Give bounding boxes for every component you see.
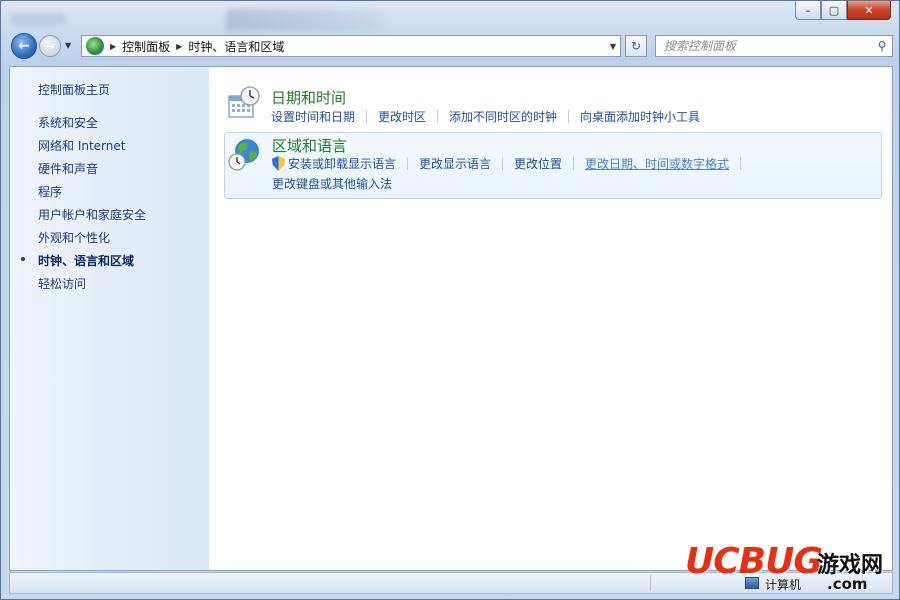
category-links-row2: 更改键盘或其他输入法 xyxy=(272,175,392,192)
globe-clock-icon[interactable] xyxy=(227,137,263,173)
breadcrumb-control-panel[interactable]: 控制面板 xyxy=(122,38,170,55)
category-region-language: 区域和语言 安装或卸载显示语言 更改显示语言 更改位置 更改日期、时间或数字格式… xyxy=(224,132,882,199)
control-panel-icon xyxy=(86,37,104,55)
window-content: 控制面板主页 系统和安全 网络和 Internet 硬件和声音 程序 用户帐户和… xyxy=(9,66,893,571)
add-clock-gadget-link[interactable]: 向桌面添加时钟小工具 xyxy=(580,108,700,125)
window-frame: – ▢ ✕ ← → ▼ ▶ 控制面板 ▶ 时钟、语言和区域 ▼ ↻ ⚲ 控制面板… xyxy=(0,0,900,600)
sidebar-home-link[interactable]: 控制面板主页 xyxy=(38,81,110,98)
category-links: 设置时间和日期 更改时区 添加不同时区的时钟 向桌面添加时钟小工具 xyxy=(271,108,700,125)
search-input[interactable] xyxy=(656,36,872,56)
watermark-brand: UCBUG xyxy=(685,541,823,582)
main-content: 日期和时间 设置时间和日期 更改时区 添加不同时区的时钟 向桌面添加时钟小工具 xyxy=(209,67,892,570)
sidebar-item-hardware-sound[interactable]: 硬件和声音 xyxy=(38,160,146,183)
change-format-link[interactable]: 更改日期、时间或数字格式 xyxy=(585,155,729,172)
category-links: 安装或卸载显示语言 更改显示语言 更改位置 更改日期、时间或数字格式 xyxy=(272,155,752,172)
refresh-icon: ↻ xyxy=(630,39,642,53)
search-box[interactable]: ⚲ xyxy=(655,35,893,57)
address-dropdown-icon[interactable]: ▼ xyxy=(610,42,616,51)
sidebar-item-ease-of-access[interactable]: 轻松访问 xyxy=(38,275,146,298)
sidebar-item-network[interactable]: 网络和 Internet xyxy=(38,137,146,160)
back-arrow-icon[interactable]: ← xyxy=(11,33,37,59)
category-title[interactable]: 区域和语言 xyxy=(272,135,347,156)
category-title[interactable]: 日期和时间 xyxy=(271,87,346,108)
install-display-language-link[interactable]: 安装或卸载显示语言 xyxy=(288,155,396,172)
add-clocks-link[interactable]: 添加不同时区的时钟 xyxy=(449,108,557,125)
blurred-background-title xyxy=(11,13,66,25)
sidebar-item-programs[interactable]: 程序 xyxy=(38,183,146,206)
watermark-logo: UCBUG 游戏网 .com xyxy=(685,541,895,597)
link-separator xyxy=(573,157,575,170)
change-keyboard-link[interactable]: 更改键盘或其他输入法 xyxy=(272,175,392,192)
link-separator xyxy=(407,157,409,170)
sidebar-item-appearance[interactable]: 外观和个性化 xyxy=(38,229,146,252)
forward-arrow-icon[interactable]: → xyxy=(39,35,61,57)
watermark-domain: .com xyxy=(827,575,868,593)
sidebar-item-user-accounts[interactable]: 用户帐户和家庭安全 xyxy=(38,206,146,229)
change-timezone-link[interactable]: 更改时区 xyxy=(378,108,426,125)
change-location-link[interactable]: 更改位置 xyxy=(514,155,562,172)
link-separator xyxy=(366,110,368,123)
link-separator xyxy=(568,110,570,123)
uac-shield-icon xyxy=(272,156,285,171)
sidebar-list: 系统和安全 网络和 Internet 硬件和声音 程序 用户帐户和家庭安全 外观… xyxy=(20,114,146,298)
minimize-button[interactable]: – xyxy=(795,1,821,20)
caption-buttons: – ▢ ✕ xyxy=(795,1,891,20)
blurred-background-title xyxy=(226,9,386,31)
breadcrumb-clock-language-region[interactable]: 时钟、语言和区域 xyxy=(188,38,284,55)
breadcrumb-arrow-icon[interactable]: ▶ xyxy=(110,42,116,51)
sidebar-item-clock-language-region[interactable]: 时钟、语言和区域 xyxy=(20,252,146,275)
navigation-bar: ← → ▼ ▶ 控制面板 ▶ 时钟、语言和区域 ▼ ↻ ⚲ xyxy=(7,31,893,63)
set-time-date-link[interactable]: 设置时间和日期 xyxy=(271,108,355,125)
recent-pages-dropdown-icon[interactable]: ▼ xyxy=(65,41,71,50)
close-button[interactable]: ✕ xyxy=(847,1,891,20)
maximize-button[interactable]: ▢ xyxy=(821,1,847,20)
link-separator xyxy=(740,157,742,170)
link-separator xyxy=(502,157,504,170)
category-date-time: 日期和时间 设置时间和日期 更改时区 添加不同时区的时钟 向桌面添加时钟小工具 xyxy=(224,81,882,127)
change-display-language-link[interactable]: 更改显示语言 xyxy=(419,155,491,172)
status-divider xyxy=(650,575,651,591)
link-separator xyxy=(437,110,439,123)
calendar-clock-icon[interactable] xyxy=(226,85,262,121)
address-bar[interactable]: ▶ 控制面板 ▶ 时钟、语言和区域 ▼ xyxy=(81,35,621,57)
breadcrumb-arrow-icon[interactable]: ▶ xyxy=(176,42,182,51)
refresh-button[interactable]: ↻ xyxy=(625,35,647,57)
sidebar-item-system-security[interactable]: 系统和安全 xyxy=(38,114,146,137)
search-icon[interactable]: ⚲ xyxy=(872,39,892,53)
sidebar: 控制面板主页 系统和安全 网络和 Internet 硬件和声音 程序 用户帐户和… xyxy=(10,67,209,570)
